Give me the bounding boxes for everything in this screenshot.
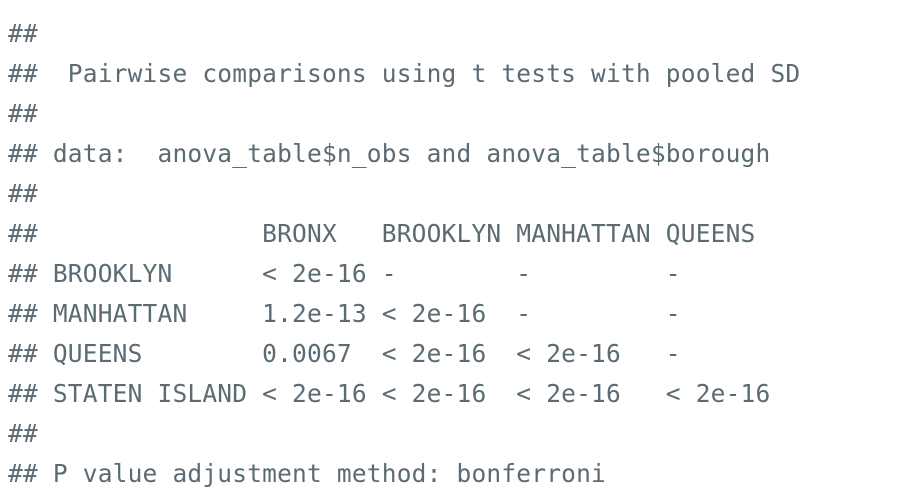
comment-line: ##: [8, 19, 38, 48]
comment-line: ##: [8, 179, 38, 208]
r-console-output: ## ## Pairwise comparisons using t tests…: [8, 14, 912, 494]
table-header-row: ## BRONX BROOKLYN MANHATTAN QUEENS: [8, 219, 756, 248]
data-description-line: ## data: anova_table$n_obs and anova_tab…: [8, 139, 771, 168]
adjustment-method-line: ## P value adjustment method: bonferroni: [8, 459, 607, 488]
comment-line: ##: [8, 99, 38, 128]
comment-line: ##: [8, 419, 38, 448]
test-title-line: ## Pairwise comparisons using t tests wi…: [8, 59, 801, 88]
table-row-manhattan: ## MANHATTAN 1.2e-13 < 2e-16 - -: [8, 299, 681, 328]
table-row-staten-island: ## STATEN ISLAND < 2e-16 < 2e-16 < 2e-16…: [8, 379, 771, 408]
table-row-queens: ## QUEENS 0.0067 < 2e-16 < 2e-16 -: [8, 339, 681, 368]
table-row-brooklyn: ## BROOKLYN < 2e-16 - - -: [8, 259, 681, 288]
